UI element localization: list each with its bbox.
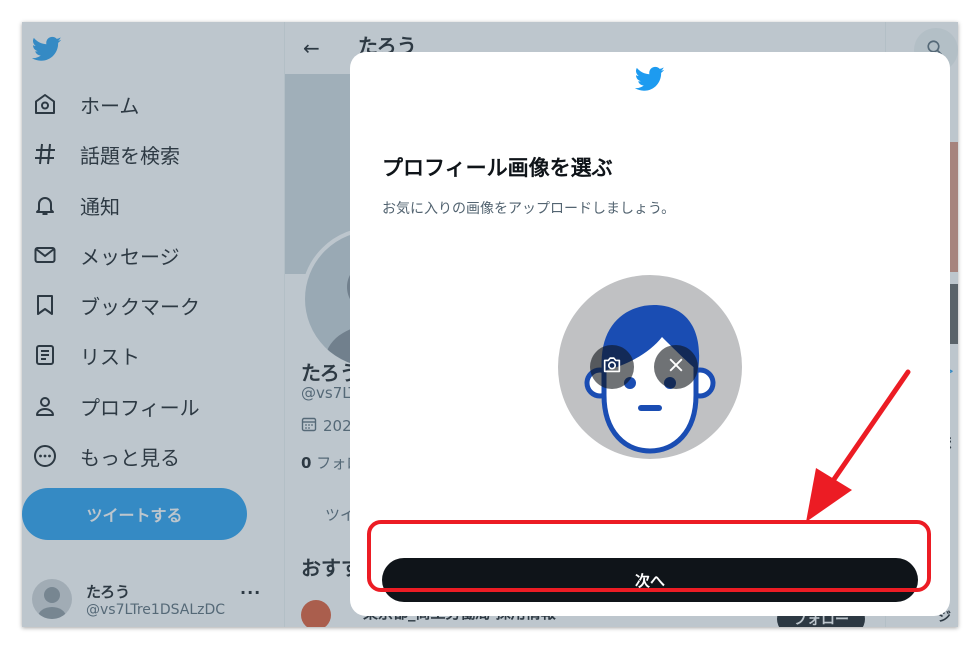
annotation-highlight-box (367, 520, 931, 592)
profile-image-preview (558, 275, 742, 459)
twitter-logo-icon (635, 66, 665, 91)
close-icon (666, 355, 686, 379)
dialog-title: プロフィール画像を選ぶ (382, 156, 613, 180)
remove-photo-button[interactable] (654, 345, 698, 389)
default-avatar-illustration (584, 305, 716, 454)
upload-photo-button[interactable] (590, 345, 634, 389)
camera-icon (601, 354, 623, 380)
annotation-arrow-icon (806, 369, 911, 522)
dialog-subtitle: お気に入りの画像をアップロードしましょう。 (382, 201, 676, 217)
